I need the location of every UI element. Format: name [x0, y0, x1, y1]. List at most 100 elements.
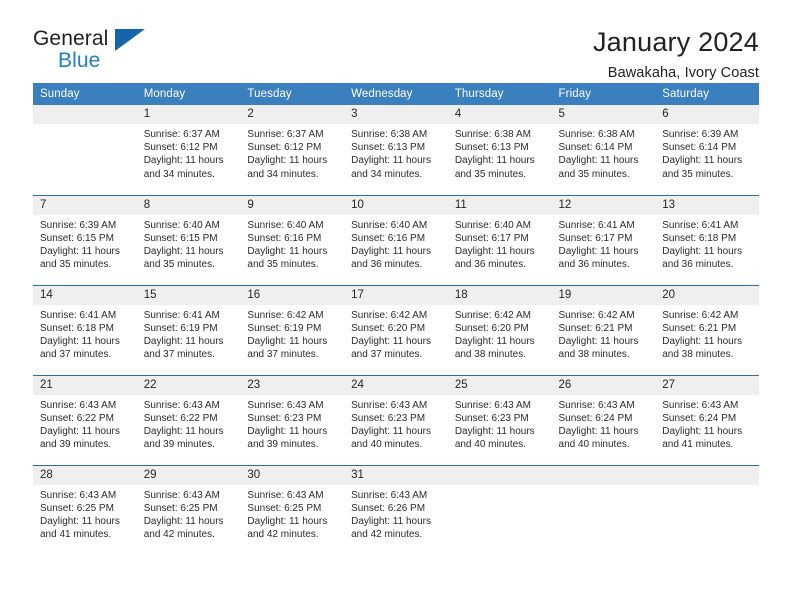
- calendar-day-cell[interactable]: 17 Sunrise: 6:42 AM Sunset: 6:20 PM Dayligh…: [344, 284, 448, 375]
- day-number: 26: [551, 375, 656, 395]
- day-sun-details: Sunrise: 6:39 AM Sunset: 6:14 PM Daylight:…: [655, 124, 759, 181]
- logo-flag-icon: [115, 29, 145, 51]
- sunrise-text: Sunrise: 6:42 AM: [454, 309, 531, 321]
- day-sun-details: Sunrise: 6:43 AM Sunset: 6:25 PM Daylight:…: [137, 485, 241, 542]
- sunset-text: Sunset: 6:22 PM: [143, 412, 218, 424]
- calendar-day-cell[interactable]: 4 Sunrise: 6:38 AM Sunset: 6:13 PM Daylight…: [447, 105, 552, 195]
- weekday-header-thursday: Thursday: [447, 83, 552, 105]
- daylight-text-line1: Daylight: 11 hours: [351, 155, 431, 167]
- calendar-day-cell[interactable]: 1 Sunrise: 6:37 AM Sunset: 6:12 PM Daylight…: [136, 105, 241, 195]
- calendar-day-cell[interactable]: 25 Sunrise: 6:43 AM Sunset: 6:23 PM Dayligh…: [447, 374, 552, 465]
- daylight-text-line1: Daylight: 11 hours: [40, 335, 120, 347]
- calendar-day-cell[interactable]: 13 Sunrise: 6:41 AM Sunset: 6:18 PM Dayligh…: [655, 194, 759, 285]
- daylight-text-line1: Daylight: 11 hours: [558, 245, 639, 257]
- day-cell-content: 13 Sunrise: 6:41 AM Sunset: 6:18 PM Dayligh…: [655, 195, 759, 285]
- calendar-grid: Sunday Monday Tuesday Wednesday Thursday…: [33, 83, 759, 555]
- calendar-day-cell[interactable]: 27 Sunrise: 6:43 AM Sunset: 6:24 PM Dayligh…: [655, 374, 759, 465]
- sunrise-text: Sunrise: 6:43 AM: [558, 399, 635, 411]
- daylight-text-line2: and 38 minutes.: [454, 349, 526, 361]
- day-number: 4: [447, 105, 552, 124]
- sunrise-text: Sunrise: 6:39 AM: [662, 129, 739, 140]
- calendar-day-cell[interactable]: 22 Sunrise: 6:43 AM Sunset: 6:22 PM Dayligh…: [136, 374, 241, 465]
- day-number: 11: [447, 195, 552, 215]
- calendar-day-cell[interactable]: 14 Sunrise: 6:41 AM Sunset: 6:18 PM Dayligh…: [33, 284, 137, 375]
- day-cell-content: [551, 465, 656, 556]
- daylight-text-line2: and 34 minutes.: [247, 168, 319, 180]
- day-cell-content: 15 Sunrise: 6:41 AM Sunset: 6:19 PM Dayligh…: [136, 285, 241, 375]
- calendar-day-cell[interactable]: 24 Sunrise: 6:43 AM Sunset: 6:23 PM Dayligh…: [344, 374, 448, 465]
- sunrise-text: Sunrise: 6:38 AM: [558, 129, 635, 140]
- calendar-day-cell[interactable]: 11 Sunrise: 6:40 AM Sunset: 6:17 PM Dayligh…: [447, 194, 552, 285]
- day-sun-details: Sunrise: 6:43 AM Sunset: 6:23 PM Daylight:…: [240, 395, 344, 452]
- day-number: 22: [136, 375, 241, 395]
- calendar-day-cell[interactable]: 5 Sunrise: 6:38 AM Sunset: 6:14 PM Daylight…: [551, 105, 656, 195]
- daylight-text-line2: and 42 minutes.: [143, 529, 215, 541]
- calendar-day-cell[interactable]: 29 Sunrise: 6:43 AM Sunset: 6:25 PM Dayligh…: [136, 464, 241, 555]
- daylight-text-line2: and 35 minutes.: [558, 168, 630, 180]
- sunset-text: Sunset: 6:20 PM: [351, 322, 426, 334]
- day-number: 6: [655, 105, 759, 124]
- daylight-text-line1: Daylight: 11 hours: [40, 425, 120, 437]
- calendar-day-cell[interactable]: 2 Sunrise: 6:37 AM Sunset: 6:12 PM Daylight…: [240, 105, 345, 195]
- daylight-text-line2: and 38 minutes.: [662, 349, 734, 361]
- calendar-day-cell[interactable]: 15 Sunrise: 6:41 AM Sunset: 6:19 PM Dayligh…: [136, 284, 241, 375]
- day-sun-details: Sunrise: 6:41 AM Sunset: 6:17 PM Daylight:…: [552, 215, 656, 272]
- calendar-day-cell[interactable]: 16 Sunrise: 6:42 AM Sunset: 6:19 PM Dayligh…: [240, 284, 345, 375]
- day-sun-details: Sunrise: 6:40 AM Sunset: 6:16 PM Daylight:…: [344, 215, 448, 272]
- daylight-text-line1: Daylight: 11 hours: [351, 425, 431, 437]
- calendar-day-cell[interactable]: 21 Sunrise: 6:43 AM Sunset: 6:22 PM Dayligh…: [33, 374, 137, 465]
- calendar-day-cell[interactable]: 18 Sunrise: 6:42 AM Sunset: 6:20 PM Dayligh…: [447, 284, 552, 375]
- calendar-day-cell[interactable]: 8 Sunrise: 6:40 AM Sunset: 6:15 PM Daylight…: [136, 194, 241, 285]
- calendar-day-cell[interactable]: 7 Sunrise: 6:39 AM Sunset: 6:15 PM Daylight…: [33, 194, 137, 285]
- calendar-day-cell[interactable]: 31 Sunrise: 6:43 AM Sunset: 6:26 PM Dayligh…: [344, 464, 448, 555]
- day-number: 25: [447, 375, 552, 395]
- day-cell-content: 8 Sunrise: 6:40 AM Sunset: 6:15 PM Daylight…: [136, 195, 241, 285]
- day-sun-details: Sunrise: 6:41 AM Sunset: 6:19 PM Daylight:…: [137, 305, 241, 362]
- day-sun-details: Sunrise: 6:43 AM Sunset: 6:22 PM Daylight:…: [33, 395, 137, 452]
- day-cell-content: 3 Sunrise: 6:38 AM Sunset: 6:13 PM Daylight…: [344, 105, 448, 195]
- daylight-text-line2: and 35 minutes.: [247, 259, 319, 271]
- calendar-week-row: 1 Sunrise: 6:37 AM Sunset: 6:12 PM Daylight…: [33, 105, 759, 195]
- calendar-day-cell[interactable]: 9 Sunrise: 6:40 AM Sunset: 6:16 PM Daylight…: [240, 194, 345, 285]
- sunrise-text: Sunrise: 6:42 AM: [247, 309, 324, 321]
- sunrise-text: Sunrise: 6:40 AM: [454, 219, 531, 231]
- sunrise-text: Sunrise: 6:41 AM: [558, 219, 635, 231]
- calendar-day-cell[interactable]: 10 Sunrise: 6:40 AM Sunset: 6:16 PM Dayligh…: [344, 194, 448, 285]
- day-sun-details: Sunrise: 6:37 AM Sunset: 6:12 PM Daylight:…: [240, 124, 344, 181]
- sunset-text: Sunset: 6:24 PM: [662, 412, 737, 424]
- daylight-text-line2: and 41 minutes.: [40, 529, 112, 541]
- calendar-day-cell[interactable]: 19 Sunrise: 6:42 AM Sunset: 6:21 PM Dayligh…: [551, 284, 656, 375]
- daylight-text-line2: and 37 minutes.: [351, 349, 423, 361]
- calendar-day-cell[interactable]: 23 Sunrise: 6:43 AM Sunset: 6:23 PM Dayligh…: [240, 374, 345, 465]
- daylight-text-line2: and 40 minutes.: [454, 439, 526, 451]
- day-sun-details: Sunrise: 6:43 AM Sunset: 6:25 PM Daylight:…: [33, 485, 137, 542]
- calendar-day-cell[interactable]: 28 Sunrise: 6:43 AM Sunset: 6:25 PM Dayligh…: [33, 464, 137, 555]
- calendar-day-cell[interactable]: 6 Sunrise: 6:39 AM Sunset: 6:14 PM Daylight…: [655, 105, 759, 195]
- weekday-header-saturday: Saturday: [655, 83, 759, 105]
- weekday-header-tuesday: Tuesday: [240, 83, 345, 105]
- daylight-text-line2: and 39 minutes.: [40, 439, 112, 451]
- day-number: 17: [344, 285, 448, 305]
- sunrise-text: Sunrise: 6:43 AM: [143, 399, 220, 411]
- day-cell-content: [655, 465, 759, 556]
- day-number: 14: [33, 285, 137, 305]
- day-number: 13: [655, 195, 759, 215]
- sunset-text: Sunset: 6:17 PM: [454, 232, 529, 244]
- sunrise-text: Sunrise: 6:42 AM: [662, 309, 739, 321]
- day-cell-content: 20 Sunrise: 6:42 AM Sunset: 6:21 PM Dayligh…: [655, 285, 759, 375]
- sunset-text: Sunset: 6:12 PM: [247, 142, 322, 154]
- day-sun-details: Sunrise: 6:39 AM Sunset: 6:15 PM Daylight:…: [33, 215, 137, 272]
- weekday-header-monday: Monday: [136, 83, 241, 105]
- day-number: [551, 465, 656, 485]
- calendar-day-cell[interactable]: 30 Sunrise: 6:43 AM Sunset: 6:25 PM Dayligh…: [240, 464, 345, 555]
- calendar-day-cell[interactable]: 20 Sunrise: 6:42 AM Sunset: 6:21 PM Dayligh…: [655, 284, 759, 375]
- day-cell-content: 25 Sunrise: 6:43 AM Sunset: 6:23 PM Dayligh…: [447, 375, 552, 465]
- generalblue-logo[interactable]: General Blue: [33, 26, 153, 71]
- calendar-day-cell[interactable]: 12 Sunrise: 6:41 AM Sunset: 6:17 PM Dayligh…: [551, 194, 656, 285]
- day-sun-details: Sunrise: 6:40 AM Sunset: 6:17 PM Daylight:…: [448, 215, 552, 272]
- day-sun-details: Sunrise: 6:43 AM Sunset: 6:25 PM Daylight:…: [240, 485, 344, 542]
- sunset-text: Sunset: 6:13 PM: [454, 142, 529, 154]
- calendar-day-cell[interactable]: 3 Sunrise: 6:38 AM Sunset: 6:13 PM Daylight…: [344, 105, 448, 195]
- logo-text-general: General: [33, 27, 109, 50]
- calendar-day-cell[interactable]: 26 Sunrise: 6:43 AM Sunset: 6:24 PM Dayligh…: [551, 374, 656, 465]
